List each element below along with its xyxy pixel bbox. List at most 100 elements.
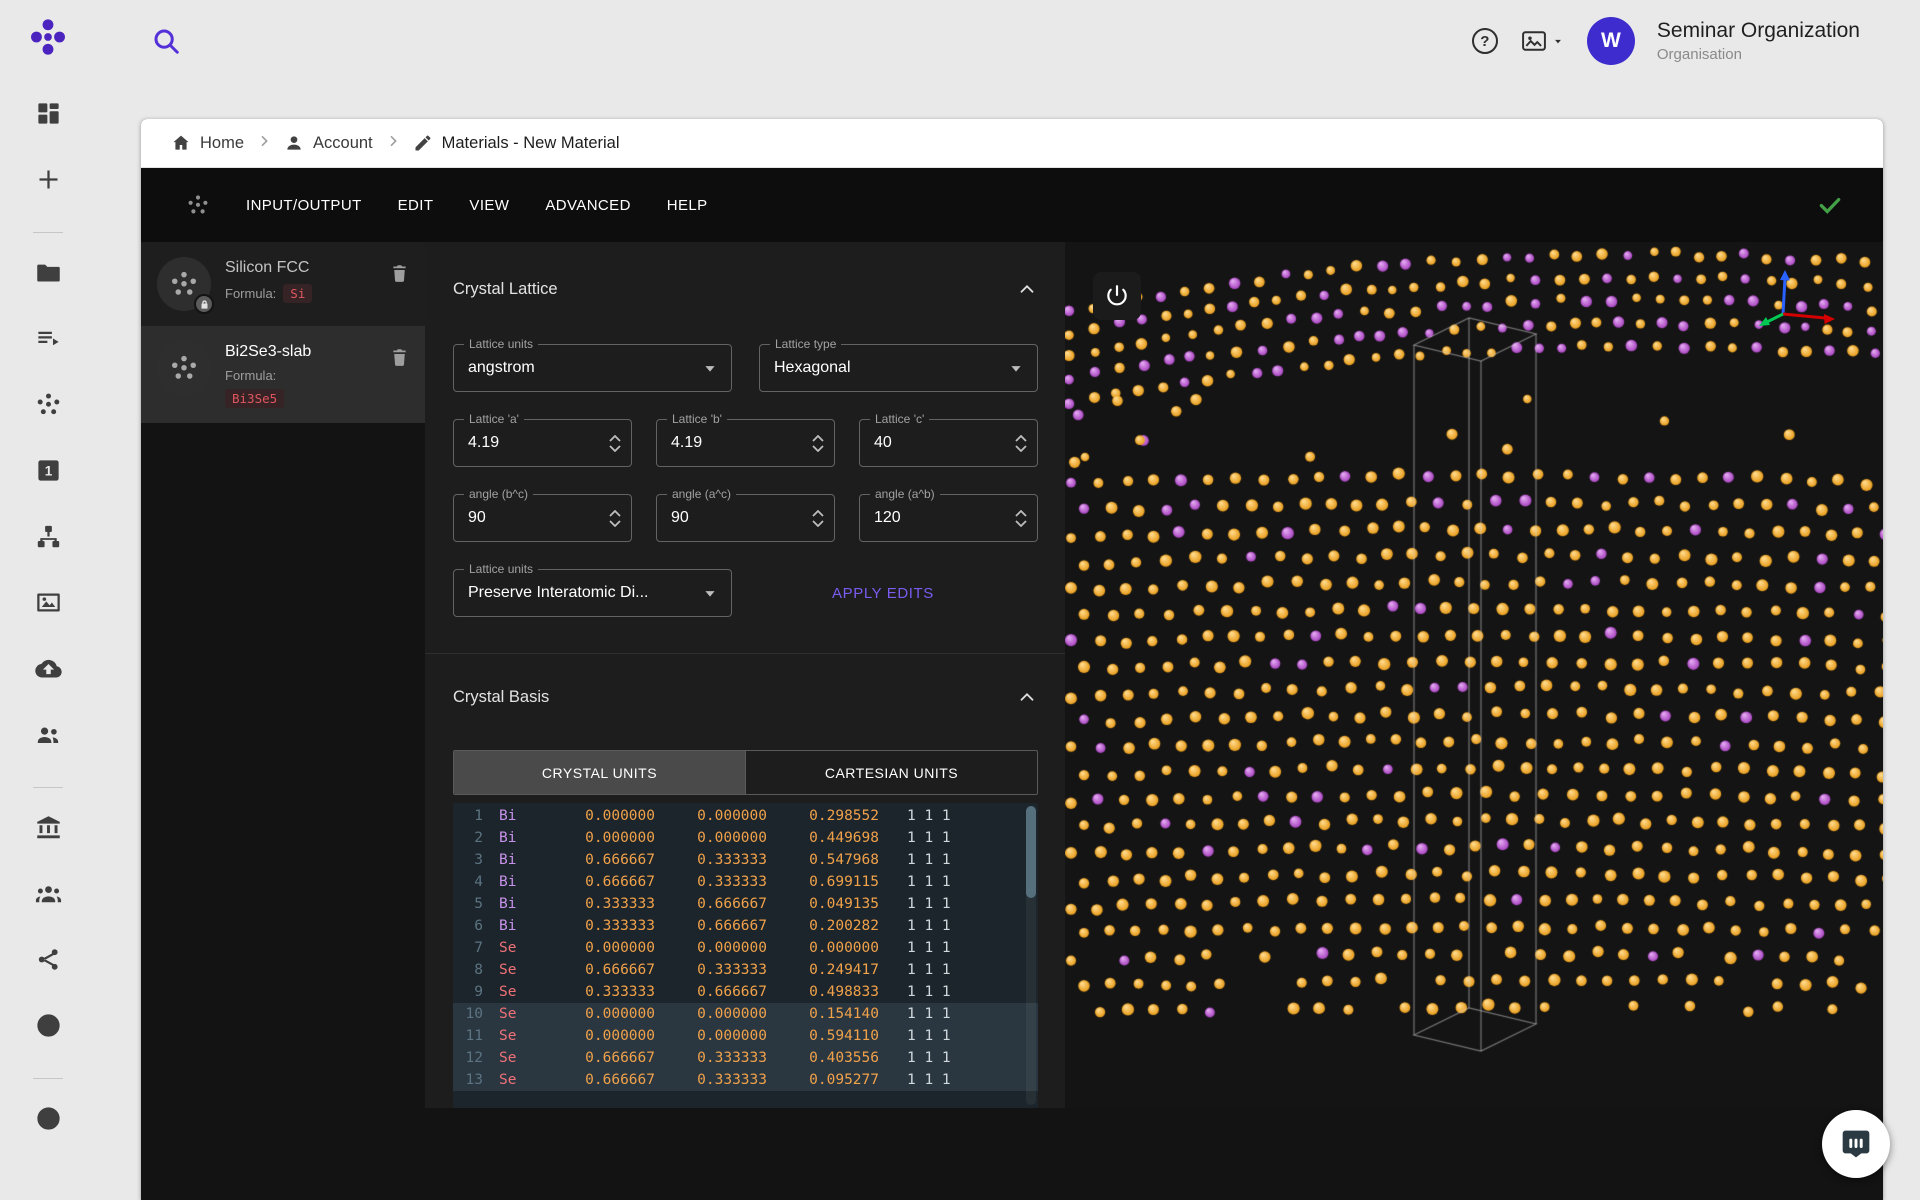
- angle-beta-input[interactable]: [671, 509, 812, 527]
- basis-row[interactable]: 5Bi0.3333330.6666670.0491351 1 1: [453, 893, 1038, 915]
- lock-badge-icon: [194, 294, 214, 314]
- sidebar-playlist-icon[interactable]: [35, 325, 62, 352]
- sidebar-folder-icon[interactable]: [35, 259, 62, 286]
- viewer-power-button[interactable]: [1093, 272, 1141, 320]
- reparams-select[interactable]: Lattice units Preserve Interatomic Di...: [453, 569, 732, 617]
- breadcrumb-separator: [385, 133, 401, 154]
- basis-row[interactable]: 10Se0.0000000.0000000.1541401 1 1: [453, 1003, 1038, 1025]
- org-type: Organisation: [1657, 46, 1860, 63]
- material-item-bi2se3-slab[interactable]: Bi2Se3-slab Formula: Bi3Se5: [141, 326, 425, 423]
- axes-gizmo[interactable]: [1749, 266, 1845, 342]
- molecule-icon: [169, 269, 199, 299]
- formula-chip: Si: [283, 284, 312, 303]
- person-icon: [284, 133, 304, 153]
- material-formula: Formula: Si: [225, 284, 389, 303]
- materials-designer-card: Home Account Materials - New Material IN…: [141, 119, 1883, 1200]
- lattice-a-input[interactable]: [468, 434, 609, 452]
- sidebar-cloud-upload-icon[interactable]: [35, 655, 62, 682]
- spinner-stepper[interactable]: [812, 435, 824, 452]
- molecule-icon: [186, 193, 210, 217]
- viewer-canvas[interactable]: [1065, 242, 1883, 1108]
- spinner-stepper[interactable]: [1015, 435, 1027, 452]
- basis-row[interactable]: 2Bi0.0000000.0000000.4496981 1 1: [453, 827, 1038, 849]
- org-info: Seminar Organization Organisation: [1657, 19, 1860, 63]
- sidebar-groups-icon[interactable]: [35, 880, 62, 907]
- sidebar-add-icon[interactable]: [35, 166, 62, 193]
- search-icon[interactable]: [151, 26, 181, 56]
- sidebar-share-icon[interactable]: [35, 946, 62, 973]
- angle-alpha-field: angle (b^c): [453, 494, 632, 542]
- sidebar-molecule-icon[interactable]: [35, 391, 62, 418]
- menu-view[interactable]: VIEW: [469, 197, 509, 214]
- basis-row[interactable]: 12Se0.6666670.3333330.4035561 1 1: [453, 1047, 1038, 1069]
- delete-material-button[interactable]: [389, 347, 413, 371]
- menu-advanced[interactable]: ADVANCED: [545, 197, 630, 214]
- basis-units-tabs: CRYSTAL UNITS CARTESIAN UNITS: [453, 750, 1038, 795]
- tab-crystal-units[interactable]: CRYSTAL UNITS: [454, 751, 745, 794]
- basis-row[interactable]: 11Se0.0000000.0000000.5941101 1 1: [453, 1025, 1038, 1047]
- section-title: Crystal Lattice: [453, 280, 558, 299]
- lattice-b-input[interactable]: [671, 434, 812, 452]
- tab-cartesian-units[interactable]: CARTESIAN UNITS: [745, 751, 1037, 794]
- bottom-strip: [141, 1108, 1883, 1200]
- user-avatar[interactable]: W: [1587, 17, 1635, 65]
- material-item-silicon-fcc[interactable]: Silicon FCC Formula: Si: [141, 242, 425, 326]
- menu-input-output[interactable]: INPUT/OUTPUT: [246, 197, 362, 214]
- angle-gamma-input[interactable]: [874, 509, 1015, 527]
- saved-check-icon[interactable]: [1817, 192, 1843, 218]
- lattice-type-select[interactable]: Lattice type Hexagonal: [759, 344, 1038, 392]
- basis-row[interactable]: 7Se0.0000000.0000000.0000001 1 1: [453, 937, 1038, 959]
- chat-launcher-button[interactable]: [1822, 1110, 1890, 1178]
- sidebar-one-box-icon[interactable]: 1: [35, 457, 62, 484]
- basis-row[interactable]: 4Bi0.6666670.3333330.6991151 1 1: [453, 871, 1038, 893]
- basis-row[interactable]: 1Bi0.0000000.0000000.2985521 1 1: [453, 805, 1038, 827]
- spinner-stepper[interactable]: [812, 510, 824, 527]
- lattice-c-field: Lattice 'c': [859, 419, 1038, 467]
- angle-alpha-input[interactable]: [468, 509, 609, 527]
- spinner-stepper[interactable]: [1015, 510, 1027, 527]
- caret-down-icon: [699, 357, 721, 379]
- collapse-chevron-icon[interactable]: [1016, 278, 1038, 300]
- spinner-stepper[interactable]: [609, 435, 621, 452]
- apply-edits-button[interactable]: APPLY EDITS: [832, 585, 934, 602]
- crystal-editor-panel: Crystal Lattice Lattice units angstrom L…: [425, 242, 1065, 1108]
- basis-row[interactable]: 8Se0.6666670.3333330.2494171 1 1: [453, 959, 1038, 981]
- spinner-stepper[interactable]: [609, 510, 621, 527]
- collapse-chevron-icon[interactable]: [1016, 686, 1038, 708]
- menu-help[interactable]: HELP: [667, 197, 708, 214]
- delete-material-button[interactable]: [389, 263, 413, 287]
- sidebar-image-icon[interactable]: [35, 589, 62, 616]
- sidebar-dashboard-icon[interactable]: [35, 100, 62, 127]
- sidebar-globe-icon[interactable]: [35, 1012, 62, 1039]
- lattice-a-field: Lattice 'a': [453, 419, 632, 467]
- breadcrumb-account[interactable]: Account: [284, 133, 373, 153]
- lattice-units-select[interactable]: Lattice units angstrom: [453, 344, 732, 392]
- basis-editor[interactable]: 1Bi0.0000000.0000000.2985521 1 12Bi0.000…: [453, 803, 1038, 1108]
- basis-row[interactable]: 3Bi0.6666670.3333330.5479681 1 1: [453, 849, 1038, 871]
- caret-down-icon: [1005, 357, 1027, 379]
- sidebar-bank-icon[interactable]: [35, 814, 62, 841]
- mat3ra-logo[interactable]: [27, 16, 69, 58]
- workspace: Silicon FCC Formula: Si Bi2Se3-slab Form…: [141, 242, 1883, 1108]
- sidebar-people-icon[interactable]: [35, 721, 62, 748]
- sidebar-divider: [33, 787, 63, 788]
- designer-menubar: INPUT/OUTPUT EDIT VIEW ADVANCED HELP: [141, 168, 1883, 242]
- breadcrumb-home[interactable]: Home: [171, 133, 244, 153]
- pencil-icon: [413, 133, 433, 153]
- scrollbar-thumb[interactable]: [1026, 806, 1036, 898]
- basis-row[interactable]: 6Bi0.3333330.6666670.2002821 1 1: [453, 915, 1038, 937]
- molecule-icon: [169, 353, 199, 383]
- screenshot-menu-button[interactable]: [1520, 29, 1565, 53]
- menu-edit[interactable]: EDIT: [398, 197, 434, 214]
- basis-row[interactable]: 13Se0.6666670.3333330.0952771 1 1: [453, 1069, 1038, 1091]
- help-icon[interactable]: ?: [1472, 28, 1498, 54]
- sidebar-hierarchy-icon[interactable]: [35, 523, 62, 550]
- breadcrumb: Home Account Materials - New Material: [141, 119, 1883, 168]
- sidebar-globe-partial-icon[interactable]: [35, 1105, 62, 1132]
- breadcrumb-separator: [256, 133, 272, 154]
- material-formula: Formula:: [225, 368, 389, 383]
- lattice-c-input[interactable]: [874, 434, 1015, 452]
- chat-icon: [1840, 1128, 1872, 1160]
- basis-rows: 1Bi0.0000000.0000000.2985521 1 12Bi0.000…: [453, 805, 1038, 1091]
- basis-row[interactable]: 9Se0.3333330.6666670.4988331 1 1: [453, 981, 1038, 1003]
